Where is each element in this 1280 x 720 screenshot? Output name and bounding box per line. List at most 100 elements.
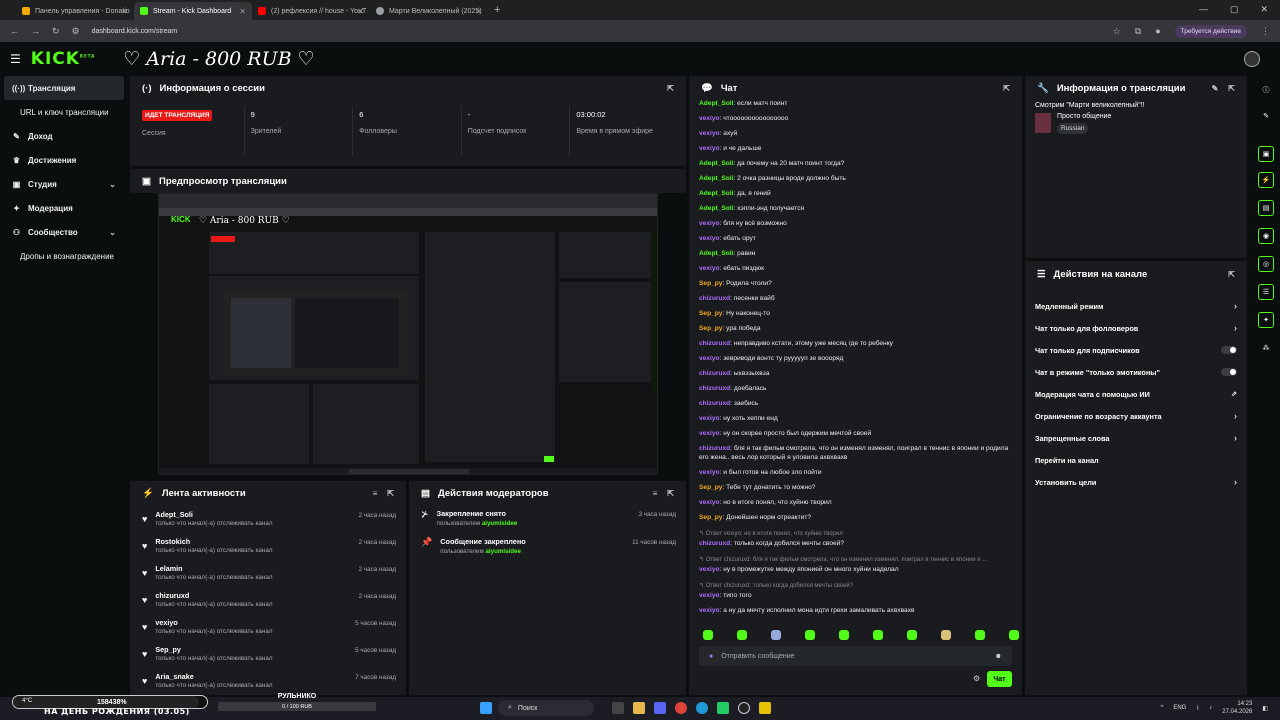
forward-icon[interactable]: →: [31, 26, 40, 37]
activity-user[interactable]: Lelamin: [155, 564, 272, 573]
chat-username[interactable]: vexiyo: [699, 415, 720, 422]
share-icon[interactable]: ⁂: [1258, 340, 1274, 356]
back-icon[interactable]: ←: [10, 26, 19, 37]
activity-user[interactable]: Sep_py: [155, 645, 272, 654]
emote-icon[interactable]: [805, 630, 815, 640]
popout-icon[interactable]: ⇱: [1228, 84, 1235, 93]
chat-username[interactable]: vexiyo: [699, 235, 720, 242]
popout-icon[interactable]: ⇱: [1003, 84, 1010, 93]
chat-message[interactable]: Sep_py: ура победа: [699, 321, 1017, 336]
chat-username[interactable]: vexiyo: [699, 145, 720, 152]
chat-username[interactable]: vexiyo: [699, 115, 720, 122]
browser-menu-icon[interactable]: ⋮: [1261, 26, 1270, 37]
sidebar-item-studio[interactable]: ▣ Студия ⌄: [0, 172, 128, 196]
chat-message[interactable]: chizuruxd: бля я так фильм смотрела, что…: [699, 441, 1017, 465]
sidebar-item-income[interactable]: ✎ Доход: [0, 124, 128, 148]
chat-message[interactable]: vexiyo: и че дальше: [699, 141, 1017, 156]
emote-only-toggle[interactable]: [1221, 368, 1237, 376]
subscribers-only-toggle[interactable]: [1221, 346, 1237, 354]
chat-message[interactable]: Adept_Soli: хэппи-энд получается: [699, 201, 1017, 216]
chat-messages[interactable]: Adept_Soli: если матч поинт vexiyo: чтооо…: [699, 98, 1017, 618]
emote-icon[interactable]: [703, 630, 713, 640]
chat-message[interactable]: vexiyo: ахуй: [699, 126, 1017, 141]
mod-action-user[interactable]: aiyumisidee: [482, 520, 517, 527]
chat-message[interactable]: ↰ Ответ vexiyo: но в итоге понял, что ху…: [699, 525, 1017, 551]
chat-message[interactable]: vexiyo: зевриводи вонтс ту руууууп зе во…: [699, 351, 1017, 366]
chat-username[interactable]: chizuruxd: [699, 385, 730, 392]
app2-icon[interactable]: [759, 702, 771, 714]
tray-chevron-icon[interactable]: ^: [1161, 705, 1164, 711]
folder-icon[interactable]: [633, 702, 645, 714]
obs-icon[interactable]: [738, 702, 750, 714]
browser-tab-3[interactable]: (2) рефлексия // house - YouT ✕: [252, 2, 370, 20]
chat-username[interactable]: Sep_py: [699, 280, 722, 287]
app-icon[interactable]: [717, 702, 729, 714]
chat-username[interactable]: vexiyo: [699, 430, 720, 437]
account-age-row[interactable]: Ограничение по возрасту аккаунта ›: [1025, 405, 1247, 427]
chat-message[interactable]: Sep_py: Родила чтоли?: [699, 276, 1017, 291]
popout-icon[interactable]: ⇱: [1228, 270, 1235, 279]
filter-icon[interactable]: ≡: [373, 489, 378, 498]
profile-icon[interactable]: ●: [1155, 26, 1160, 36]
chat-username[interactable]: vexiyo: [699, 265, 720, 272]
chat-message[interactable]: Adept_Soli: да, я гений: [699, 186, 1017, 201]
reload-icon[interactable]: ↻: [52, 26, 60, 37]
clock[interactable]: 14:23 27.04.2026: [1222, 700, 1252, 716]
chat-username[interactable]: Adept_Soli: [699, 205, 733, 212]
chat-username[interactable]: Adept_Soli: [699, 190, 733, 197]
chat-message[interactable]: Adept_Soli: равин: [699, 246, 1017, 261]
extensions-icon[interactable]: ⧉: [1135, 26, 1141, 37]
chat-message[interactable]: chizuruxd: песенки вайб: [699, 291, 1017, 306]
minimize-icon[interactable]: —: [1199, 4, 1208, 15]
chrome-icon[interactable]: [675, 702, 687, 714]
browser-tab-4[interactable]: Марти Великолепный (2025) ✕: [370, 2, 488, 20]
keyboard-lang[interactable]: ENG: [1173, 705, 1186, 711]
emoji-icon[interactable]: ☻: [995, 653, 1002, 660]
user-avatar[interactable]: [1244, 51, 1260, 67]
maximize-icon[interactable]: ▢: [1230, 4, 1239, 15]
chat-icon[interactable]: ◉: [1258, 228, 1274, 244]
chat-message[interactable]: Adept_Soli: да почему на 20 матч поинт т…: [699, 156, 1017, 171]
close-icon[interactable]: ✕: [475, 7, 482, 16]
chat-message[interactable]: Adept_Soli: 2 очка разницы вроде должно …: [699, 171, 1017, 186]
chat-username[interactable]: vexiyo: [699, 130, 720, 137]
chat-username[interactable]: vexiyo: [699, 607, 720, 614]
sidebar-item-moderation[interactable]: ✦ Модерация: [0, 196, 128, 220]
chat-username[interactable]: vexiyo: [699, 566, 720, 573]
chat-message[interactable]: vexiyo: бля ну всё возможно: [699, 216, 1017, 231]
info-icon[interactable]: ⓘ: [1258, 82, 1274, 98]
activity-user[interactable]: Rostokich: [155, 537, 272, 546]
chat-username[interactable]: Sep_py: [699, 325, 722, 332]
chat-username[interactable]: chizuruxd: [699, 295, 730, 302]
popout-icon[interactable]: ⇱: [387, 489, 394, 498]
chat-message[interactable]: chizuruxd: доебалась: [699, 381, 1017, 396]
bookmark-star-icon[interactable]: ☆: [1113, 26, 1121, 37]
chat-username[interactable]: vexiyo: [699, 499, 720, 506]
chat-message[interactable]: vexiyo: ебать орут: [699, 231, 1017, 246]
sidebar-item-stream[interactable]: ((·)) Трансляция: [4, 76, 124, 100]
chat-username[interactable]: Sep_py: [699, 484, 722, 491]
chat-message[interactable]: Sep_py: Донейшен норм отреактит?: [699, 510, 1017, 525]
close-icon[interactable]: ✕: [357, 7, 364, 16]
chat-message[interactable]: ↰ Ответ chizuruxd: бля я так фильм смотр…: [699, 551, 1017, 577]
sidebar-item-drops[interactable]: Дропы и вознаграждение: [0, 244, 128, 268]
activity-user[interactable]: Adept_Soli: [155, 510, 272, 519]
notifications-icon[interactable]: ◧: [1262, 705, 1268, 712]
chat-username[interactable]: chizuruxd: [699, 370, 730, 377]
edit-icon[interactable]: ✎: [1212, 84, 1219, 93]
chat-message[interactable]: vexiyo: ебать пиздюк: [699, 261, 1017, 276]
chat-username[interactable]: vexiyo: [699, 355, 720, 362]
chat-username[interactable]: chizuruxd: [699, 400, 730, 407]
activity-user[interactable]: chizuruxd: [155, 591, 272, 600]
chat-username[interactable]: chizuruxd: [699, 445, 730, 452]
set-goals-row[interactable]: Установить цели ›: [1025, 471, 1247, 493]
chat-username[interactable]: Adept_Soli: [699, 100, 733, 107]
activity-user[interactable]: Aria_snake: [155, 672, 272, 681]
chat-username[interactable]: Sep_py: [699, 310, 722, 317]
bolt-icon[interactable]: ⚡: [1258, 172, 1274, 188]
wifi-icon[interactable]: ⌇: [1196, 705, 1199, 712]
go-to-channel-row[interactable]: Перейти на канал: [1025, 449, 1247, 471]
chat-username[interactable]: chizuruxd: [699, 540, 730, 547]
popout-icon[interactable]: ⇱: [667, 489, 674, 498]
chat-message[interactable]: Sep_py: Тебе тут донатить то можно?: [699, 480, 1017, 495]
